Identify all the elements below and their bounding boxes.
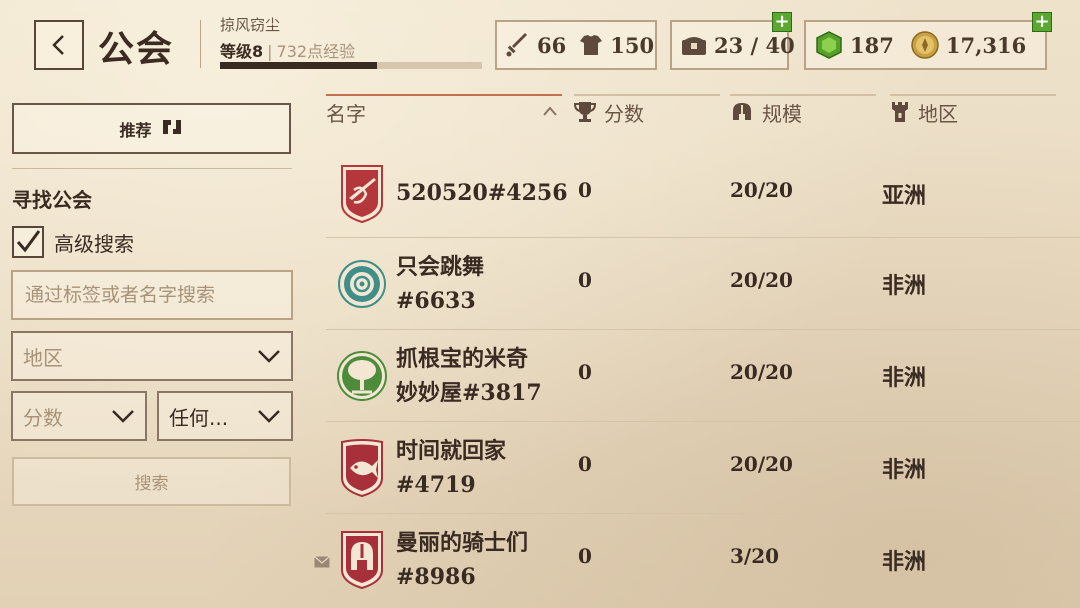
recommend-label: 推荐 <box>119 120 152 140</box>
rose-emblem-icon <box>338 260 386 308</box>
column-header-region[interactable]: 地区 <box>890 94 1056 130</box>
fish-banner-icon <box>341 439 383 498</box>
column-score-label: 分数 <box>604 101 644 126</box>
guild-size: 20/20 <box>730 452 793 476</box>
combat-stats[interactable]: 66 150 <box>495 20 657 70</box>
gem-icon <box>814 30 844 60</box>
gold-value: 17,316 <box>945 32 1027 58</box>
player-name: 掠风窃尘 <box>220 16 281 34</box>
guild-row[interactable]: 抓根宝的米奇 妙妙屋#3817 0 20/20 非洲 <box>326 329 1080 419</box>
level-line: 等级8 | 732点经验 <box>220 38 355 62</box>
back-button[interactable] <box>34 20 84 70</box>
chevron-down-icon <box>258 410 280 423</box>
gold-coin-icon <box>910 30 940 60</box>
sort-ascending-icon <box>543 106 557 116</box>
region-select[interactable]: 地区 <box>11 331 293 381</box>
tree-emblem-icon <box>337 351 387 401</box>
gems-value: 187 <box>850 32 894 58</box>
guild-region: 非洲 <box>882 274 927 299</box>
region-select-value: 地区 <box>23 345 63 370</box>
attack-value: 66 <box>537 32 567 58</box>
xp-progress-fill <box>220 62 378 69</box>
add-inventory-button[interactable]: + <box>772 12 792 32</box>
page-title: 公会 <box>98 29 175 70</box>
advanced-search-row[interactable]: 高级搜索 <box>12 226 134 258</box>
guild-size: 20/20 <box>730 360 793 384</box>
search-input[interactable] <box>11 270 293 320</box>
helmet-icon <box>733 103 751 120</box>
guild-score: 0 <box>578 544 592 568</box>
score-select[interactable]: 分数 <box>11 391 147 441</box>
guild-score: 0 <box>578 268 592 292</box>
column-header-size[interactable]: 规模 <box>730 94 876 130</box>
guild-name: 520520#4256 <box>396 180 568 206</box>
guild-size: 20/20 <box>730 268 793 292</box>
column-header-name[interactable]: 名字 <box>326 94 562 130</box>
search-button[interactable]: 搜索 <box>12 457 291 506</box>
guild-region: 非洲 <box>882 366 927 391</box>
chevron-down-icon <box>258 350 280 363</box>
level-separator: | <box>267 42 273 61</box>
guild-score: 0 <box>578 452 592 476</box>
guild-row[interactable]: 曼丽的骑士们 #8986 0 3/20 非洲 <box>326 513 1080 603</box>
title-divider <box>200 20 201 68</box>
guild-region: 非洲 <box>882 458 927 483</box>
top-bar: 公会 掠风窃尘 等级8 | 732点经验 66 150 23 / 40 + 187 … <box>0 0 1080 86</box>
sword-icon <box>505 32 531 58</box>
tower-icon <box>892 102 908 122</box>
helmet-banner-icon <box>341 531 383 590</box>
level-label: 等级8 <box>220 42 264 61</box>
column-name-label: 名字 <box>326 101 366 126</box>
column-size-label: 规模 <box>762 101 802 126</box>
find-guild-title: 寻找公会 <box>12 188 92 212</box>
sidebar-divider <box>12 168 292 169</box>
score-select-value: 分数 <box>23 405 63 430</box>
guild-score: 0 <box>578 178 592 202</box>
column-header-score[interactable]: 分数 <box>574 94 720 130</box>
checkmark-icon <box>16 230 41 253</box>
advanced-search-checkbox[interactable] <box>12 226 44 258</box>
add-currency-button[interactable]: + <box>1032 12 1052 32</box>
column-region-label: 地区 <box>918 101 958 126</box>
chest-icon <box>680 32 708 58</box>
recommend-button[interactable]: 推荐 <box>12 103 291 154</box>
guild-size: 20/20 <box>730 178 793 202</box>
guild-row[interactable]: 时间就回家 #4719 0 20/20 非洲 <box>326 421 1080 511</box>
guild-row[interactable]: 只会跳舞 #6633 0 20/20 非洲 <box>326 237 1080 327</box>
currency-panel[interactable]: 187 17,316 <box>804 20 1047 70</box>
advanced-search-label: 高级搜索 <box>54 231 134 256</box>
xp-label: 732点经验 <box>276 42 356 61</box>
defense-value: 150 <box>610 32 655 58</box>
armor-icon <box>578 32 604 58</box>
guild-name: 抓根宝的米奇 妙妙屋#3817 <box>396 346 542 406</box>
guild-region: 非洲 <box>882 550 927 575</box>
chevron-left-icon <box>52 35 64 55</box>
guild-name: 时间就回家 #4719 <box>396 438 507 498</box>
guild-row[interactable]: 520520#4256 0 20/20 亚洲 <box>326 148 1080 238</box>
chevron-down-icon <box>112 410 134 423</box>
guild-size: 3/20 <box>730 544 780 568</box>
guild-name: 曼丽的骑士们 #8986 <box>396 530 529 590</box>
any-select-value: 任何... <box>169 405 229 430</box>
rifle-banner-icon <box>341 165 383 224</box>
refresh-icon <box>160 117 184 141</box>
inventory-value: 23 / 40 <box>714 32 795 58</box>
xp-progress-bar <box>220 62 482 69</box>
guild-region: 亚洲 <box>882 184 927 209</box>
any-select[interactable]: 任何... <box>157 391 293 441</box>
guild-name: 只会跳舞 #6633 <box>396 254 485 314</box>
trophy-icon <box>574 102 596 122</box>
guild-score: 0 <box>578 360 592 384</box>
